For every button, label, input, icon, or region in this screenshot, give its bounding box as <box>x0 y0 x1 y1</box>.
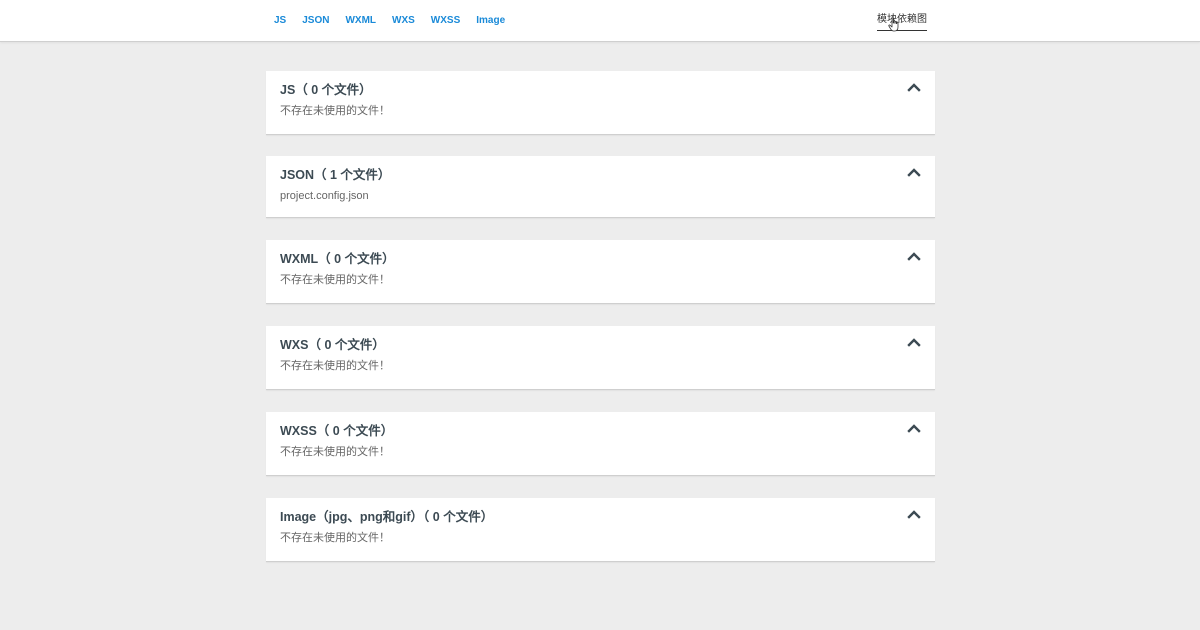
panel-body: 不存在未使用的文件！ <box>280 105 390 117</box>
chevron-up-icon[interactable] <box>907 337 921 347</box>
tab-wxss[interactable]: WXSS <box>423 0 468 41</box>
panel-body: 不存在未使用的文件！ <box>280 446 390 458</box>
unused-files-panels: JS（ 0 个文件） 不存在未使用的文件！ JSON（ 1 个文件） proje… <box>266 71 935 562</box>
file-type-tabs: JS JSON WXML WXS WXSS Image <box>266 0 513 41</box>
chevron-up-icon[interactable] <box>907 423 921 433</box>
module-dependency-graph-link[interactable]: 模块依赖图 <box>877 13 927 31</box>
chevron-up-icon[interactable] <box>907 82 921 92</box>
panel-title: WXS（ 0 个文件） <box>280 338 385 352</box>
panel-title: JSON（ 1 个文件） <box>280 168 391 182</box>
tab-image[interactable]: Image <box>468 0 513 41</box>
panel-json: JSON（ 1 个文件） project.config.json <box>266 156 935 218</box>
panel-body: project.config.json <box>280 190 369 202</box>
panel-title: WXSS（ 0 个文件） <box>280 424 394 438</box>
panel-title: Image（jpg、png和gif）（ 0 个文件） <box>280 510 494 524</box>
tab-js[interactable]: JS <box>266 0 294 41</box>
panel-wxml: WXML（ 0 个文件） 不存在未使用的文件！ <box>266 240 935 304</box>
hand-pointer-icon <box>888 16 899 32</box>
panel-image: Image（jpg、png和gif）（ 0 个文件） 不存在未使用的文件！ <box>266 498 935 562</box>
panel-js: JS（ 0 个文件） 不存在未使用的文件！ <box>266 71 935 135</box>
chevron-up-icon[interactable] <box>907 251 921 261</box>
panel-body: 不存在未使用的文件！ <box>280 360 390 372</box>
chevron-up-icon[interactable] <box>907 509 921 519</box>
panel-title: JS（ 0 个文件） <box>280 83 372 97</box>
panel-wxss: WXSS（ 0 个文件） 不存在未使用的文件！ <box>266 412 935 476</box>
panel-body: 不存在未使用的文件！ <box>280 274 390 286</box>
tab-json[interactable]: JSON <box>294 0 337 41</box>
panel-wxs: WXS（ 0 个文件） 不存在未使用的文件！ <box>266 326 935 390</box>
chevron-up-icon[interactable] <box>907 167 921 177</box>
tab-wxs[interactable]: WXS <box>384 0 423 41</box>
tab-wxml[interactable]: WXML <box>337 0 384 41</box>
top-navigation-bar: JS JSON WXML WXS WXSS Image 模块依赖图 <box>0 0 1200 42</box>
panel-body: 不存在未使用的文件！ <box>280 532 390 544</box>
panel-title: WXML（ 0 个文件） <box>280 252 395 266</box>
